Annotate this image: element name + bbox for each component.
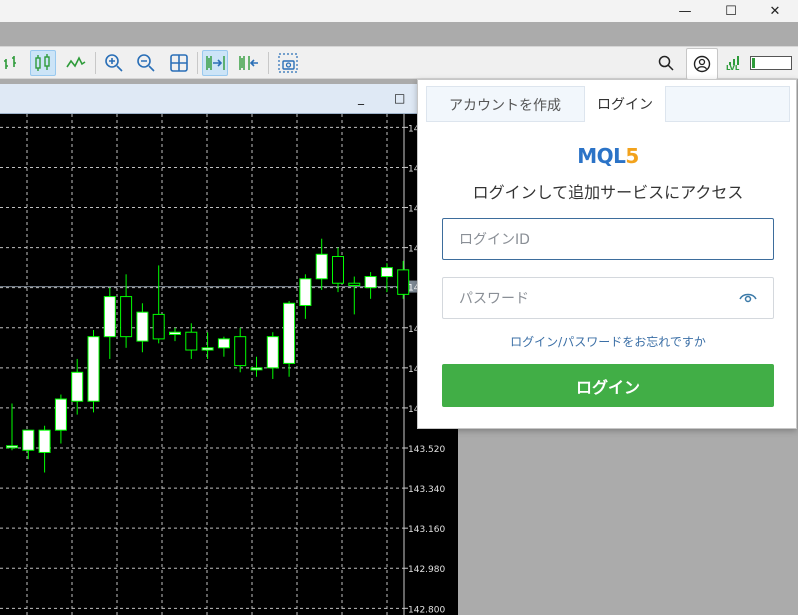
password-input[interactable]: パスワード [442,277,774,319]
screenshot-icon[interactable] [275,50,301,76]
y-tick-label: 143.520 [408,445,445,455]
password-placeholder: パスワード [459,291,529,307]
login-heading: ログインして追加サービスにアクセス [472,183,744,202]
login-id-input[interactable]: ログインID [442,218,774,260]
tick-chart-icon[interactable] [0,50,26,76]
candle-body [185,331,198,351]
search-icon[interactable] [653,50,679,76]
forgot-password-link[interactable]: ログイン/パスワードをお忘れですか [418,333,798,350]
y-tick-label: 143.160 [408,525,445,535]
signal-level-icon[interactable]: LVL [726,52,746,76]
candle-body [87,336,100,402]
chart-shift-icon[interactable] [235,50,261,76]
tab-create-account[interactable]: アカウントを作成 [427,87,583,122]
account-icon[interactable] [686,48,718,79]
title-bar: — ☐ ✕ [0,0,798,22]
logo-text: MQL [577,144,626,168]
candle-body [38,429,51,453]
price-chart[interactable]: 14141414141414143.700143.520143.340143.1… [0,114,458,615]
y-tick-label: 142.800 [408,605,445,615]
candle-body [169,331,181,335]
show-password-icon[interactable] [739,290,757,308]
candle-body [201,347,214,351]
toolbar: LVL [0,46,798,79]
login-submit-button[interactable]: ログイン [442,364,774,407]
candle-body [299,278,312,306]
zoom-out-icon[interactable] [133,50,159,76]
close-button[interactable]: ✕ [752,0,798,22]
candle-body [266,336,279,369]
candle-body [103,296,116,338]
candle-body [234,336,247,367]
minimize-button[interactable]: — [662,0,708,22]
chart-minimize-button[interactable]: _ [358,91,364,105]
candle-body [364,276,377,289]
signal-bar [750,56,792,70]
candle-body [22,429,35,451]
chart-window-header: _ □ [0,84,458,114]
candle-body [6,445,18,449]
y-tick-label: 143.340 [408,485,445,495]
mql5-logo: MQL5 [418,144,798,168]
candle-body [315,253,328,280]
zoom-in-icon[interactable] [101,50,127,76]
autoscroll-icon[interactable] [202,50,228,76]
logo-number: 5 [625,144,639,168]
toolbar-separator [197,52,198,74]
signal-bar-fill [752,58,755,68]
candle-body [283,302,296,364]
login-tabs: アカウントを作成 ログイン [426,86,790,122]
login-panel: アカウントを作成 ログイン MQL5 ログインして追加サービスにアクセス ログイ… [417,79,797,429]
candle-body [152,313,165,340]
chart-window[interactable]: _ □ 14141414141414143.700143.520143.3401… [0,84,458,615]
candlestick-chart-icon[interactable] [30,50,56,76]
candle-body [250,367,263,371]
line-chart-icon[interactable] [63,50,89,76]
tile-windows-icon[interactable] [166,50,192,76]
toolbar-separator [268,52,269,74]
y-tick-label: 142.980 [408,565,445,575]
candle-body [136,311,149,342]
candle-body [120,296,133,338]
login-id-placeholder: ログインID [459,232,530,248]
chart-maximize-button[interactable]: □ [394,91,405,105]
maximize-button[interactable]: ☐ [708,0,754,22]
candle-body [54,398,67,431]
candle-body [380,267,393,278]
candle-body [348,282,361,286]
candle-body [217,338,230,349]
signal-level-label: LVL [726,64,740,72]
candle-body [332,256,344,284]
tab-login[interactable]: ログイン [584,86,666,122]
toolbar-separator [95,52,96,74]
candle-body [397,269,410,295]
candle-body [71,371,84,402]
